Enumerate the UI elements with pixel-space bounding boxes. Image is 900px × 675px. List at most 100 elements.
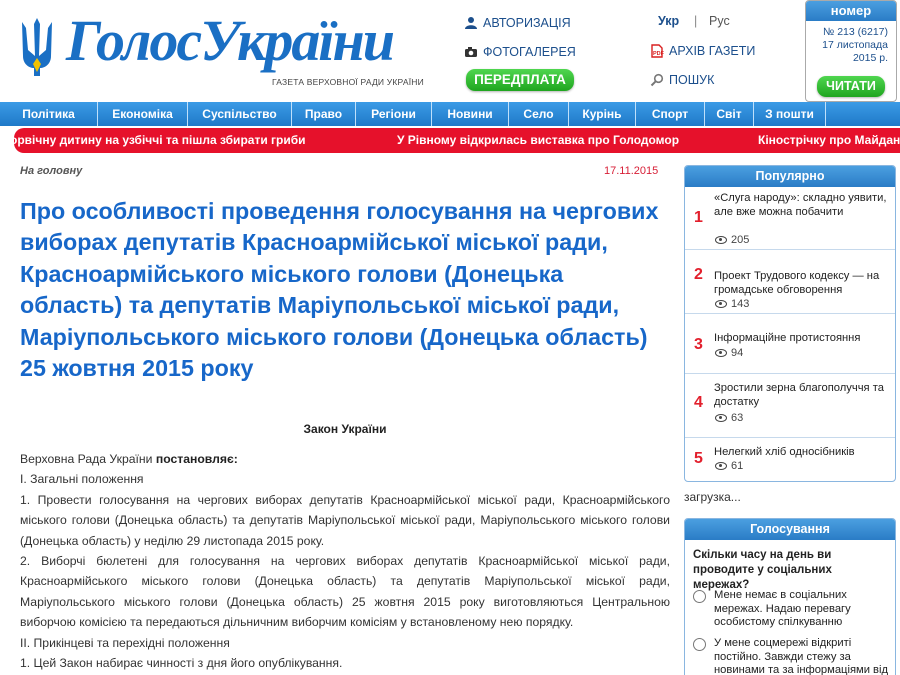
search-icon (650, 73, 664, 87)
read-issue-button[interactable]: ЧИТАТИ (817, 76, 885, 97)
issue-title: номер (806, 1, 896, 21)
law-type-heading: Закон України (303, 422, 387, 436)
nav-item-economy[interactable]: Економіка (98, 102, 188, 126)
paragraph: 1. Цей Закон набирає чинності з дня його… (20, 656, 343, 671)
popular-item-title: Інформаційне протистояння (714, 332, 861, 344)
ticker-item[interactable]: орвічну дитину на узбіччі та пішла збира… (14, 128, 306, 153)
lang-rus[interactable]: Рус (709, 14, 730, 28)
issue-date-line2: 2015 р. (852, 52, 888, 64)
eye-icon (715, 236, 727, 244)
svg-text:PDF: PDF (653, 51, 664, 57)
popular-item-title: «Слуга народу»: складно уявити, але вже … (714, 192, 887, 218)
poll-option-label: У мене соцмережі відкриті постійно. Завж… (714, 637, 889, 675)
eye-icon (715, 462, 727, 470)
popular-rank: 3 (694, 336, 703, 353)
eye-icon (715, 300, 727, 308)
popular-rank: 2 (694, 266, 703, 283)
nav-item-politics[interactable]: Політика (0, 102, 98, 126)
intro-line: Верховна Рада України постановляє: (20, 449, 670, 469)
intro-bold-text: постановляє: (155, 452, 238, 466)
popular-views: 61 (715, 460, 743, 472)
nav-item-regions[interactable]: Регіони (356, 102, 432, 126)
popular-item-title: Проект Трудового кодексу — на громадське… (714, 270, 880, 296)
lang-separator: | (694, 14, 698, 28)
nav-item-sport[interactable]: Спорт (636, 102, 705, 126)
views-count: 205 (731, 234, 750, 246)
loading-indicator: загрузка... (684, 490, 741, 504)
views-count: 94 (731, 347, 744, 359)
article-date: 17.11.2015 (604, 165, 659, 177)
photo-gallery-link[interactable]: ФОТОГАЛЕРЕЯ (464, 45, 576, 59)
main-nav: Політика Економіка Суспільство Право Рег… (0, 102, 900, 126)
trident-icon (22, 18, 52, 76)
current-issue-box: номер № 213 (6217) 17 листопада 2015 р. … (805, 0, 897, 102)
popular-item[interactable]: 5 Нелегкий хліб односібників 61 (685, 437, 895, 481)
camera-icon (465, 47, 477, 57)
section-heading: ІІ. Прикінцеві та перехідні положення (20, 635, 230, 650)
section-heading: І. Загальні положення (20, 472, 144, 487)
poll-option[interactable]: Мене немає в соціальних мережах. Надаю п… (691, 589, 895, 631)
nav-item-society[interactable]: Суспільство (188, 102, 292, 126)
subscribe-button[interactable]: ПЕРЕДПЛАТА (466, 69, 574, 91)
nav-item-world[interactable]: Світ (705, 102, 754, 126)
ticker-bar: орвічну дитину на узбіччі та пішла збира… (14, 128, 900, 153)
site-logo[interactable]: ГолосУкраїни (66, 6, 395, 76)
poll-title: Голосування (685, 519, 895, 540)
logo-subtitle: ГАЗЕТА ВЕРХОВНОЇ РАДИ УКРАЇНИ (272, 77, 424, 87)
paragraph: 1. Провести голосування на чергових вибо… (20, 492, 670, 548)
news-ticker: орвічну дитину на узбіччі та пішла збира… (0, 128, 900, 153)
issue-number: № 213 (6217) (823, 26, 888, 38)
intro-text: Верховна Рада України (20, 452, 156, 466)
breadcrumb-home[interactable]: На головну (20, 165, 82, 177)
poll-widget: Голосування Скільки часу на день ви пров… (684, 518, 896, 675)
popular-title: Популярно (685, 166, 895, 187)
eye-icon (715, 414, 727, 422)
popular-item[interactable]: 4 Зростили зерна благополуччя та достатк… (685, 373, 895, 435)
archive-label: АРХІВ ГАЗЕТИ (669, 44, 756, 58)
popular-item[interactable]: 3 Інформаційне протистояння 94 (685, 313, 895, 371)
views-count: 61 (731, 460, 744, 472)
poll-question: Скільки часу на день ви проводите у соці… (693, 549, 832, 591)
pdf-icon: PDF (651, 44, 664, 58)
site-header: ГолосУкраїни ГАЗЕТА ВЕРХОВНОЇ РАДИ УКРАЇ… (0, 0, 900, 102)
ticker-item[interactable]: У Рівному відкрилась виставка про Голодо… (397, 128, 679, 153)
ticker-item[interactable]: Кінострічку про Майдан (758, 128, 900, 153)
photo-label: ФОТОГАЛЕРЕЯ (483, 45, 576, 59)
views-count: 143 (731, 298, 750, 310)
popular-rank: 1 (694, 209, 703, 226)
popular-rank: 4 (694, 394, 703, 411)
auth-label: АВТОРИЗАЦІЯ (483, 16, 571, 30)
nav-item-mail[interactable]: З пошти (754, 102, 826, 126)
nav-item-law[interactable]: Право (292, 102, 356, 126)
popular-views: 143 (715, 298, 749, 310)
popular-item[interactable]: 2 Проект Трудового кодексу — на громадсь… (685, 249, 895, 311)
views-count: 63 (731, 412, 744, 424)
poll-option[interactable]: У мене соцмережі відкриті постійно. Завж… (691, 637, 895, 675)
popular-views: 205 (715, 234, 749, 246)
eye-icon (715, 349, 727, 357)
article-body: Верховна Рада України постановляє: І. За… (20, 449, 670, 673)
article-title: Про особливості проведення голосування н… (20, 198, 659, 382)
issue-date-line1: 17 листопада (822, 39, 888, 51)
popular-item[interactable]: 1 «Слуга народу»: складно уявити, але вж… (685, 187, 895, 247)
poll-option-radio[interactable] (693, 638, 706, 651)
nav-item-news[interactable]: Новини (432, 102, 509, 126)
popular-item-title: Нелегкий хліб односібників (714, 446, 855, 458)
poll-option-label: Мене немає в соціальних мережах. Надаю п… (714, 589, 851, 628)
popular-widget: Популярно 1 «Слуга народу»: складно уяви… (684, 165, 896, 482)
auth-link[interactable]: АВТОРИЗАЦІЯ (464, 16, 571, 30)
popular-views: 94 (715, 347, 743, 359)
nav-item-village[interactable]: Село (509, 102, 569, 126)
user-icon (465, 17, 477, 29)
popular-views: 63 (715, 412, 743, 424)
popular-item-title: Зростили зерна благополуччя та достатку (714, 382, 884, 408)
paragraph: 2. Виборчі бюлетені для голосування на ч… (20, 554, 670, 630)
poll-option-radio[interactable] (693, 590, 706, 603)
lang-ukr[interactable]: Укр (658, 14, 679, 28)
nav-item-kurin[interactable]: Курінь (569, 102, 636, 126)
issue-info: № 213 (6217) 17 листопада 2015 р. (806, 21, 896, 65)
popular-rank: 5 (694, 450, 703, 467)
search-label: ПОШУК (669, 73, 715, 87)
search-link[interactable]: ПОШУК (650, 73, 714, 87)
archive-link[interactable]: PDF АРХІВ ГАЗЕТИ (650, 44, 755, 58)
